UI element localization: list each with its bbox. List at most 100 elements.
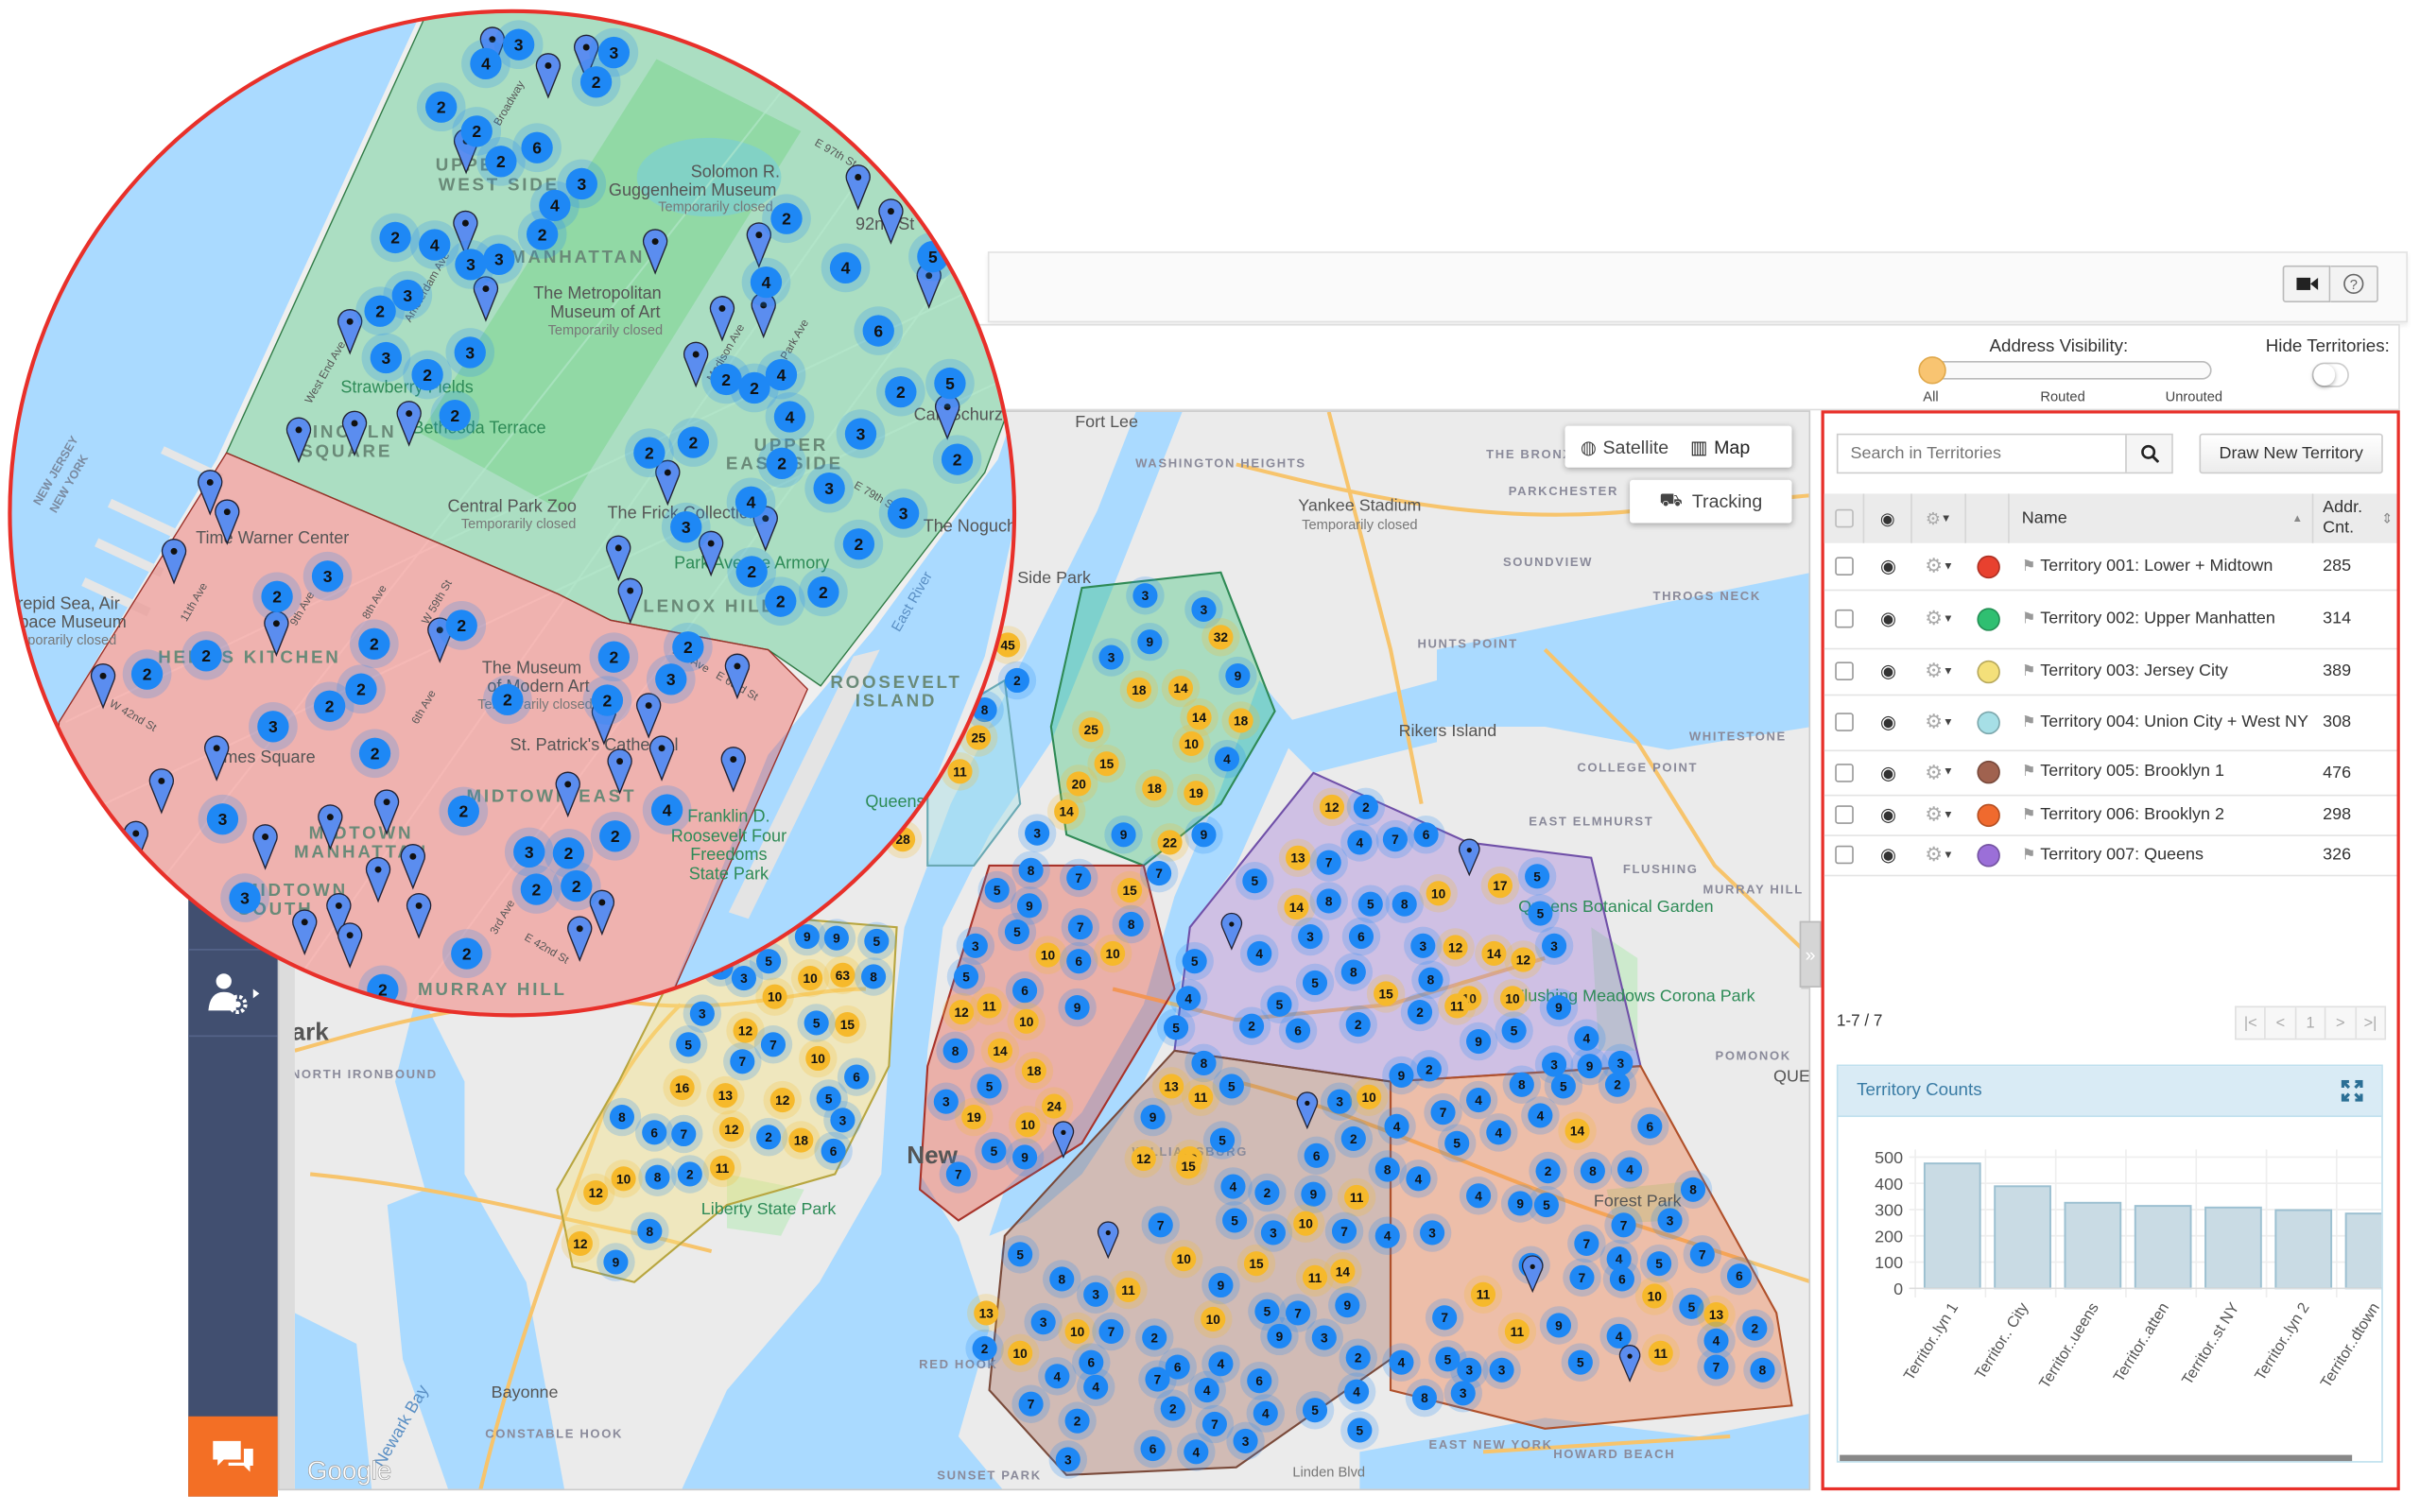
- magnified-address-cluster[interactable]: 3: [661, 502, 711, 552]
- address-cluster[interactable]: 14: [1323, 1252, 1362, 1291]
- address-cluster[interactable]: 6: [814, 1131, 853, 1171]
- address-cluster[interactable]: 13: [706, 1075, 745, 1115]
- address-cluster[interactable]: 4: [1521, 1096, 1560, 1135]
- row-checkbox[interactable]: [1835, 609, 1854, 628]
- row-settings-dropdown[interactable]: ⚙ ▼: [1912, 695, 1966, 750]
- visibility-option-unrouted[interactable]: Unrouted: [2166, 388, 2222, 404]
- first-page-button[interactable]: |<: [2237, 1007, 2267, 1039]
- address-cluster[interactable]: 2: [1598, 1065, 1637, 1104]
- visibility-toggle[interactable]: ◉: [1864, 648, 1912, 695]
- row-settings-dropdown[interactable]: ⚙ ▼: [1912, 795, 1966, 834]
- magnified-address-cluster[interactable]: 4: [741, 257, 791, 307]
- magnified-address-cluster[interactable]: 2: [589, 632, 639, 682]
- address-cluster[interactable]: 9: [1260, 1316, 1299, 1356]
- address-cluster[interactable]: 4: [1038, 1357, 1077, 1396]
- address-cluster[interactable]: 10: [1419, 874, 1458, 913]
- address-cluster[interactable]: 9: [1459, 1022, 1498, 1061]
- magnified-address-cluster[interactable]: 4: [821, 243, 871, 293]
- bulk-settings-dropdown[interactable]: ⚙ ▼: [1912, 493, 1966, 543]
- address-cluster[interactable]: 11: [1437, 987, 1477, 1025]
- next-page-button[interactable]: >: [2326, 1007, 2357, 1039]
- chart-horizontal-scrollbar[interactable]: [1840, 1454, 2353, 1462]
- address-cluster[interactable]: 11: [1641, 1333, 1680, 1373]
- address-cluster[interactable]: 8: [1405, 1378, 1444, 1418]
- address-cluster[interactable]: 8: [638, 1158, 677, 1196]
- territory-name[interactable]: ⚑ Territory 007: Queens: [2022, 843, 2204, 866]
- address-cluster[interactable]: 15: [1236, 1244, 1276, 1283]
- address-cluster[interactable]: 2: [1529, 1151, 1567, 1191]
- territory-color-swatch[interactable]: [1976, 554, 2000, 578]
- address-cluster[interactable]: 6: [1602, 1260, 1642, 1298]
- magnified-address-cluster[interactable]: 2: [932, 435, 982, 484]
- territory-color-swatch[interactable]: [1976, 659, 2000, 683]
- address-cluster[interactable]: 5: [1175, 941, 1214, 981]
- row-checkbox[interactable]: [1835, 662, 1854, 680]
- magnified-address-cluster[interactable]: 2: [358, 965, 407, 1015]
- magnified-address-cluster[interactable]: 4: [642, 785, 692, 834]
- address-cluster[interactable]: 3: [1024, 1302, 1063, 1342]
- magnified-address-cluster[interactable]: 5: [925, 358, 975, 408]
- address-cluster[interactable]: 4: [1337, 1372, 1376, 1411]
- territory-color-swatch[interactable]: [1976, 710, 2000, 734]
- address-cluster[interactable]: 9: [1539, 988, 1579, 1027]
- territory-row[interactable]: ◉ ⚙ ▼ ⚑ Territory 001: Lower + Midtown 285: [1824, 543, 2397, 592]
- row-checkbox[interactable]: [1835, 557, 1854, 576]
- magnified-address-cluster[interactable]: 3: [446, 240, 495, 289]
- address-cluster[interactable]: 6: [1407, 816, 1445, 854]
- address-cluster[interactable]: 3: [1226, 1421, 1265, 1461]
- address-cluster[interactable]: 8: [1673, 1170, 1713, 1210]
- address-cluster[interactable]: 12: [712, 1109, 752, 1149]
- row-settings-dropdown[interactable]: ⚙ ▼: [1912, 590, 1966, 648]
- address-cluster[interactable]: 18: [1221, 701, 1260, 740]
- address-cluster[interactable]: 12: [576, 1173, 615, 1212]
- bar[interactable]: [2064, 1201, 2122, 1290]
- address-cluster[interactable]: 4: [1076, 1367, 1115, 1406]
- address-cluster[interactable]: 4: [1697, 1321, 1736, 1361]
- magnified-address-cluster[interactable]: 2: [876, 367, 925, 417]
- magnified-address-cluster[interactable]: 3: [878, 489, 928, 538]
- address-cluster[interactable]: 4: [1399, 1160, 1438, 1198]
- address-cluster[interactable]: 7: [1141, 1206, 1180, 1245]
- address-cluster[interactable]: 3: [1534, 926, 1574, 966]
- bar[interactable]: [2274, 1209, 2333, 1290]
- address-cluster[interactable]: 8: [1743, 1350, 1782, 1390]
- bar[interactable]: [2344, 1212, 2382, 1290]
- address-cluster[interactable]: 3: [1651, 1201, 1689, 1240]
- address-cluster[interactable]: 9: [1184, 816, 1223, 854]
- address-cluster[interactable]: 3: [1290, 917, 1330, 956]
- address-cluster[interactable]: 17: [1480, 866, 1520, 905]
- magnified-address-cluster[interactable]: 2: [403, 350, 452, 400]
- magnified-address-cluster[interactable]: 4: [726, 477, 776, 527]
- address-cluster[interactable]: 4: [1382, 1343, 1421, 1382]
- map-button[interactable]: ▥ Map: [1690, 436, 1750, 457]
- magnified-address-cluster[interactable]: 2: [571, 57, 621, 107]
- magnified-address-cluster[interactable]: 2: [122, 649, 172, 699]
- address-cluster[interactable]: 5: [1527, 1185, 1566, 1225]
- territory-name[interactable]: ⚑ Territory 004: Union City + West NY: [2022, 711, 2308, 733]
- address-cluster[interactable]: 5: [1517, 857, 1557, 896]
- address-cluster[interactable]: 7: [1425, 1298, 1464, 1337]
- address-cluster[interactable]: 9: [1539, 1306, 1579, 1345]
- address-cluster[interactable]: 5: [1340, 1411, 1379, 1450]
- territory-name[interactable]: ⚑ Territory 006: Brooklyn 2: [2022, 803, 2224, 826]
- search-input[interactable]: [1838, 435, 2126, 472]
- address-cluster[interactable]: 13: [967, 1294, 1006, 1332]
- magnified-address-cluster[interactable]: 2: [439, 786, 489, 836]
- magnified-address-cluster[interactable]: 2: [304, 681, 354, 731]
- territory-name[interactable]: ⚑ Territory 002: Upper Manhatten: [2022, 607, 2275, 629]
- address-cluster[interactable]: 10: [1634, 1277, 1674, 1315]
- address-cluster[interactable]: 5: [1295, 1390, 1335, 1430]
- address-cluster[interactable]: 3: [1092, 638, 1131, 677]
- address-cluster[interactable]: 15: [1366, 974, 1406, 1013]
- magnified-address-cluster[interactable]: 2: [799, 567, 848, 617]
- territory-color-swatch[interactable]: [1976, 802, 2000, 827]
- address-cluster[interactable]: 4: [1610, 1150, 1650, 1189]
- address-cluster[interactable]: 10: [1194, 1299, 1233, 1339]
- magnified-address-cluster[interactable]: 2: [252, 572, 302, 622]
- row-settings-dropdown[interactable]: ⚙ ▼: [1912, 834, 1966, 874]
- address-cluster[interactable]: 8: [1334, 953, 1374, 991]
- territory-row[interactable]: ◉ ⚙ ▼ ⚑ Territory 007: Queens 326: [1824, 834, 2397, 877]
- territory-color-swatch[interactable]: [1976, 843, 2000, 867]
- territory-row[interactable]: ◉ ⚙ ▼ ⚑ Territory 004: Union City + West NY 3…: [1824, 695, 2397, 752]
- address-cluster[interactable]: 8: [1385, 885, 1424, 923]
